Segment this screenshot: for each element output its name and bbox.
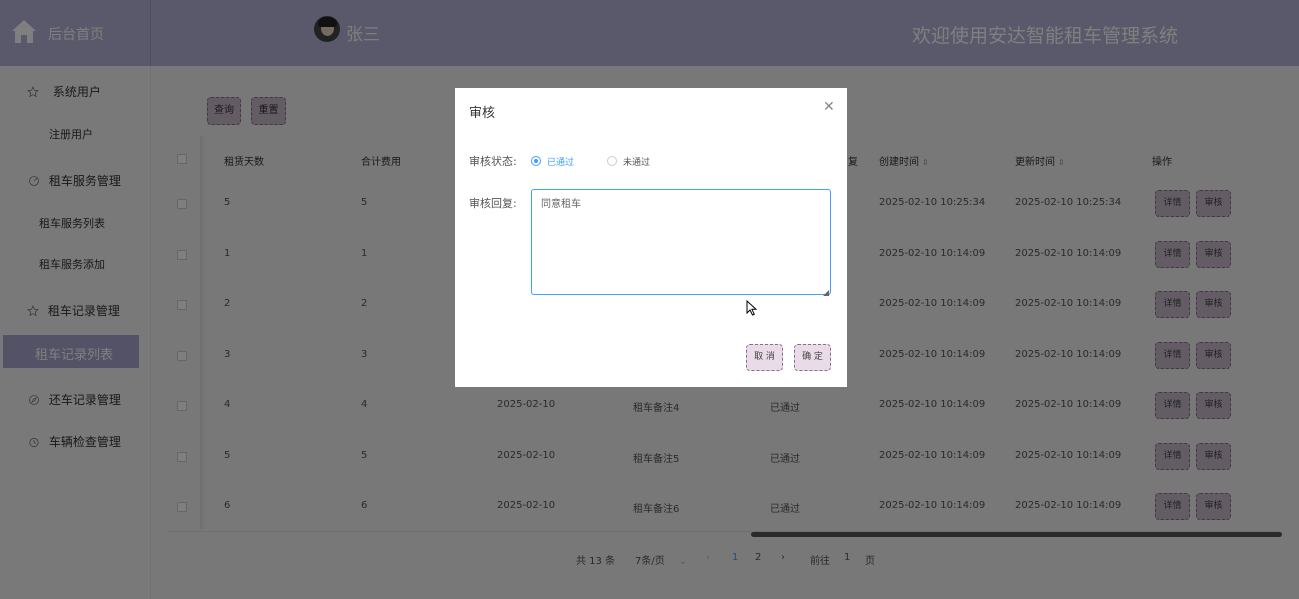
radio-pass[interactable] — [531, 156, 541, 166]
reply-label: 审核回复: — [469, 197, 517, 210]
confirm-button[interactable]: 确 定 — [794, 344, 831, 371]
audit-dialog: 审核 ✕ 审核状态: 已通过 未通过 审核回复: 同意租车 ◢ 取 消 确 定 — [455, 88, 847, 387]
reply-textarea[interactable]: 同意租车 — [531, 189, 831, 295]
status-label: 审核状态: — [469, 155, 517, 168]
radio-fail-label[interactable]: 未通过 — [623, 155, 650, 168]
dialog-title: 审核 — [469, 106, 496, 121]
cancel-button[interactable]: 取 消 — [746, 344, 783, 371]
mouse-cursor-icon — [746, 300, 758, 316]
close-icon[interactable]: ✕ — [823, 99, 835, 115]
radio-fail[interactable] — [607, 156, 617, 166]
resize-grip-icon[interactable]: ◢ — [823, 288, 829, 297]
radio-pass-label[interactable]: 已通过 — [547, 155, 574, 168]
